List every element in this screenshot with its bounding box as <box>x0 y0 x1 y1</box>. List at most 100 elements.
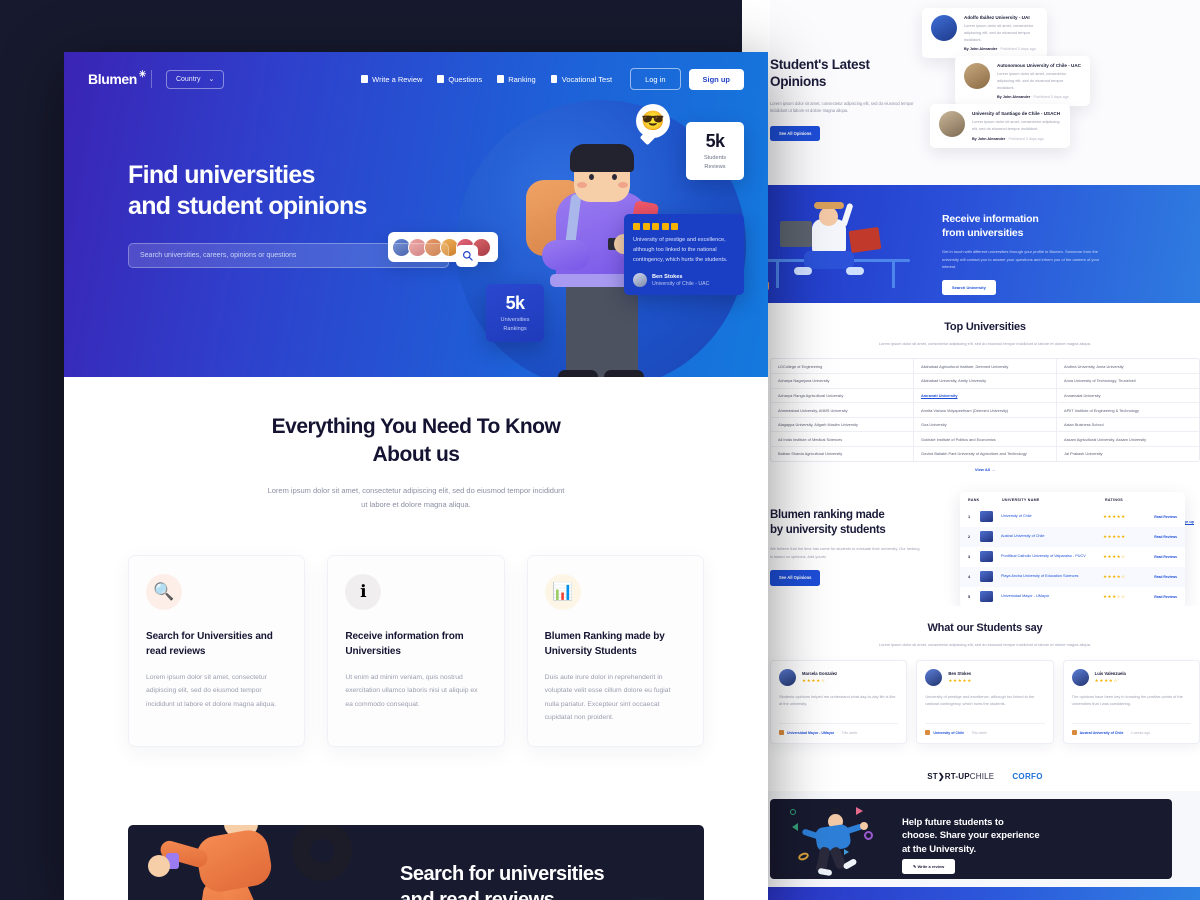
navbar: Blumen ✳ Country ⌄ Write a Review Questio… <box>64 52 768 90</box>
university-name[interactable]: Austral University of Chile <box>1001 534 1103 540</box>
school-icon <box>925 730 931 735</box>
brand-logo[interactable]: Blumen ✳ <box>88 69 146 87</box>
table-cell: Amrita Vishwa Vidyapeetham (Deemed Unive… <box>914 403 1057 417</box>
star-rating: ★★★★☆ <box>802 678 826 683</box>
section-cta: Help future students to choose. Share yo… <box>742 791 1200 887</box>
nav-item-questions[interactable]: Questions <box>437 75 482 84</box>
stat-value: 5k <box>705 131 725 152</box>
testimonial-text: The opinions have been key in knowing th… <box>1071 694 1183 707</box>
login-button[interactable]: Log in <box>630 68 681 90</box>
receive-paragraph: Get in touch with different universities… <box>942 249 1100 270</box>
ranking-row[interactable]: 2 Austral University of Chile ★★★★★ Read… <box>960 526 1185 547</box>
university-name[interactable]: Pontifical Catholic University of Valpar… <box>1001 554 1103 560</box>
testimonial-card[interactable]: Marcela Gonzalez ★★★★☆ Students opinions… <box>770 660 908 744</box>
star-rating: ★★★★★ <box>1103 513 1126 519</box>
read-reviews-link[interactable]: Read Reviews <box>1149 515 1177 519</box>
university-thumbnail <box>980 551 993 563</box>
column-ratings[interactable]: RATINGS <box>1105 498 1177 502</box>
table-cell: Balban Sharda Agricultural University <box>771 446 914 461</box>
cta-heading: Help future students to choose. Share yo… <box>902 817 1040 855</box>
read-reviews-link[interactable]: Read Reviews <box>1149 595 1177 599</box>
opinion-card[interactable]: University of Santiago de Chile - USACH … <box>930 104 1070 148</box>
search-button[interactable] <box>456 244 478 267</box>
star-rating: ★★★★☆ <box>1094 678 1119 683</box>
ranking-paragraph: We believe that the time has come for st… <box>770 546 920 559</box>
table-cell: Assam Agricultural University, Assam Uni… <box>1064 436 1147 442</box>
feature-card-search[interactable]: 🔍 Search for Universities and read revie… <box>128 555 306 747</box>
avatar <box>925 669 943 686</box>
nav-item-vocational-test[interactable]: Vocational Test <box>550 75 612 84</box>
table-cell: Allahabad Agricultural Institute, Deemed… <box>914 359 1057 374</box>
nav-item-write-a-review[interactable]: Write a Review <box>361 75 422 84</box>
testimonial-meta: Austral University of Chile · 2 weeks ag… <box>1071 723 1191 735</box>
university-name[interactable]: University of Chile <box>1001 514 1103 520</box>
feature-card-receive[interactable]: ℹ Receive information from Universities … <box>327 555 505 747</box>
column-university[interactable]: UNIVERSITY NAME <box>1002 498 1105 502</box>
university-name[interactable]: Playa Ancha University of Education Scie… <box>1001 574 1103 580</box>
school-icon <box>779 730 784 735</box>
opinion-card[interactable]: Adolfo Ibáñez University - UAI Lorem ips… <box>922 8 1047 59</box>
ranking-row[interactable]: 4 Playa Ancha University of Education Sc… <box>960 566 1185 587</box>
feature-title: Receive information from Universities <box>345 631 464 657</box>
testimonial-name: Ben Stokes <box>948 671 972 676</box>
feature-text: Duis aute irure dolor in reprehenderit i… <box>544 674 671 721</box>
testimonial-card[interactable]: Ben Stokes ★★★★★ University of prestige … <box>916 660 1054 744</box>
question-icon <box>437 75 444 83</box>
ranking-row[interactable]: 5 Universidad Mayor - UMayor ★★★☆☆ Read … <box>960 587 1185 607</box>
opinion-text: Lorem ipsum dolor sit amet, consectetur … <box>964 23 1034 42</box>
receive-search-button[interactable]: Search University <box>942 280 996 296</box>
read-reviews-link[interactable]: Read Reviews <box>1149 555 1177 559</box>
avatar <box>779 669 796 686</box>
table-cell: All India Institute of Medical Sciences <box>771 432 914 446</box>
receive-heading: Receive information from universities <box>942 213 1039 239</box>
table-cell: Goa University <box>914 417 1057 432</box>
stat-card-universities-rankings: 5k Universities Rankings <box>486 284 544 342</box>
ranking-row[interactable]: 1 University of Chile ★★★★★ Read Reviews <box>960 507 1185 527</box>
divider <box>150 70 152 88</box>
table-row: LDCollege of Engineering Allahabad Agric… <box>771 359 1199 375</box>
cta-write-review-button[interactable]: ✎ Write a review <box>902 859 956 874</box>
star-rating: ★★★☆☆ <box>1103 593 1126 599</box>
table-cell-highlighted[interactable]: Amravati University <box>914 388 1057 403</box>
ranking-see-all-button[interactable]: See All Opinions <box>770 569 821 586</box>
opinions-title: Student's Latest Opinions <box>770 57 870 90</box>
opinion-text: Lorem ipsum dolor sit amet, consectetur … <box>972 119 1060 131</box>
running-person-illustration <box>788 805 898 879</box>
opinion-card[interactable]: Autonomous University of Chile - UAC Lor… <box>955 56 1090 107</box>
top-universities-paragraph: Lorem ipsum dolor sit amet, consectetur … <box>879 341 1091 346</box>
test-icon <box>550 75 558 83</box>
feature-text: Ut enim ad minim veniam, quis nostrud ex… <box>345 674 478 708</box>
signup-button[interactable]: Sign up <box>688 68 744 90</box>
feature-card-ranking[interactable]: 📊 Blumen Ranking made by University Stud… <box>526 555 704 747</box>
testimonial-card[interactable]: Luis Valenzuela ★★★★☆ The opinions have … <box>1062 660 1200 744</box>
opinion-university: Adolfo Ibáñez University - UAI <box>964 15 1030 20</box>
top-universities-table: LDCollege of Engineering Allahabad Agric… <box>770 358 1200 462</box>
search-input[interactable]: Search universities, careers, opinions o… <box>128 243 449 268</box>
nav-item-ranking[interactable]: Ranking <box>497 75 536 84</box>
view-all-link[interactable]: View All → <box>770 462 1200 472</box>
section-top-universities: Top Universities Lorem ipsum dolor sit a… <box>770 303 1200 486</box>
university-name[interactable]: Universidad Mayor - UMayor <box>1001 594 1103 600</box>
table-cell: Allahabad University, Amity University <box>914 374 1057 388</box>
university-thumbnail <box>964 63 990 89</box>
feature-title: Blumen Ranking made by University Studen… <box>544 631 665 657</box>
country-selector[interactable]: Country ⌄ <box>165 69 225 89</box>
review-text: University of prestige and excellence, a… <box>633 237 728 263</box>
avatar <box>633 273 647 288</box>
stat-value: 5k <box>505 293 525 314</box>
testimonial-text: Students opinions helped me understand w… <box>779 694 896 707</box>
table-cell: APIIT Institute of Engineering & Technol… <box>1064 407 1139 413</box>
everything-paragraph: Lorem ipsum dolor sit amet, consectetur … <box>267 486 565 509</box>
rank-number: 4 <box>968 574 971 580</box>
see-all-opinions-button[interactable]: See All Opinions <box>770 125 821 141</box>
testimonial-name: Luis Valenzuela <box>1094 671 1126 676</box>
emoji-bubble: 😎 <box>636 104 670 138</box>
avatar <box>1071 669 1089 686</box>
ranking-row[interactable]: 3 Pontifical Catholic University of Valp… <box>960 547 1185 567</box>
ranking-table-header: RANK UNIVERSITY NAME RATINGS <box>960 492 1185 507</box>
read-reviews-link[interactable]: Read Reviews <box>1149 535 1177 539</box>
presentation-stage: Student's Latest Opinions Lorem ipsum do… <box>0 0 1200 900</box>
column-rank[interactable]: RANK <box>968 498 1002 502</box>
read-reviews-link[interactable]: Read Reviews <box>1149 575 1177 579</box>
table-cell: Alagappa University, Aligarh Muslim Univ… <box>771 417 914 432</box>
